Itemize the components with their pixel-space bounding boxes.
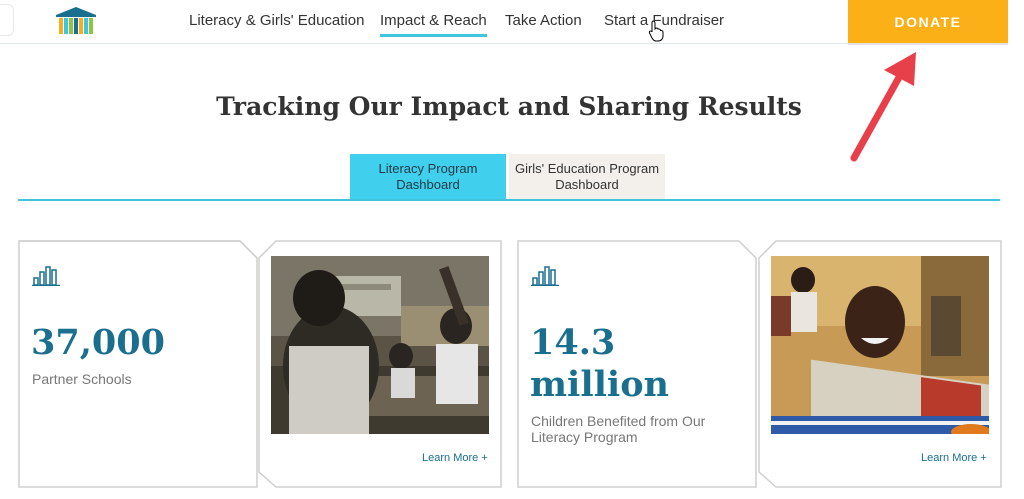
- nav-start-fundraiser[interactable]: Start a Fundraiser: [604, 12, 724, 29]
- bar-chart-icon: [531, 266, 559, 286]
- stat-label-line2: Literacy Program: [531, 429, 638, 445]
- donate-button[interactable]: DONATE: [848, 0, 1008, 43]
- stat-card-partner-schools: 37,000 Partner Schools: [18, 240, 258, 488]
- nav-literacy-girls-education[interactable]: Literacy & Girls' Education: [189, 12, 364, 29]
- stat-number-line2: million: [530, 364, 670, 405]
- tab-label-line2: Dashboard: [555, 177, 619, 192]
- nav-take-action[interactable]: Take Action: [505, 12, 582, 29]
- tab-label-line2: Dashboard: [396, 177, 460, 192]
- learn-more-link[interactable]: Learn More +: [921, 452, 987, 464]
- side-tab[interactable]: [0, 4, 14, 36]
- bar-chart-icon: [32, 266, 60, 286]
- learn-more-link[interactable]: Learn More +: [422, 452, 488, 464]
- reading-image: [771, 256, 989, 434]
- classroom-image: [271, 256, 489, 434]
- header-divider: [0, 43, 848, 44]
- tab-label-line1: Literacy Program: [378, 161, 478, 176]
- stat-label: Partner Schools: [32, 371, 132, 387]
- reading-photo: [771, 256, 989, 434]
- logo-icon[interactable]: [54, 6, 98, 36]
- tab-label-line1: Girls' Education Program: [514, 161, 660, 176]
- nav-impact-reach[interactable]: Impact & Reach: [380, 12, 487, 37]
- photo-card-reading: Learn More +: [758, 240, 1002, 488]
- photo-card-classroom: Learn More +: [258, 240, 502, 488]
- hand-cursor-icon: [648, 20, 664, 42]
- classroom-photo: [271, 256, 489, 434]
- tab-girls-education-program-dashboard[interactable]: Girls' Education Program Dashboard: [509, 154, 665, 200]
- site-header: Literacy & Girls' Education Impact & Rea…: [0, 0, 1024, 45]
- stat-number-line1: 14.3: [530, 322, 616, 363]
- stat-number: 37,000: [31, 322, 165, 363]
- tab-underline: [18, 199, 1000, 201]
- tab-literacy-program-dashboard[interactable]: Literacy Program Dashboard: [350, 154, 506, 200]
- stat-card-children-benefited: 14.3 million Children Benefited from Our…: [517, 240, 757, 488]
- donate-shadow: [848, 43, 1008, 45]
- stat-label-line1: Children Benefited from Our: [531, 413, 706, 429]
- page-title: Tracking Our Impact and Sharing Results: [216, 92, 802, 121]
